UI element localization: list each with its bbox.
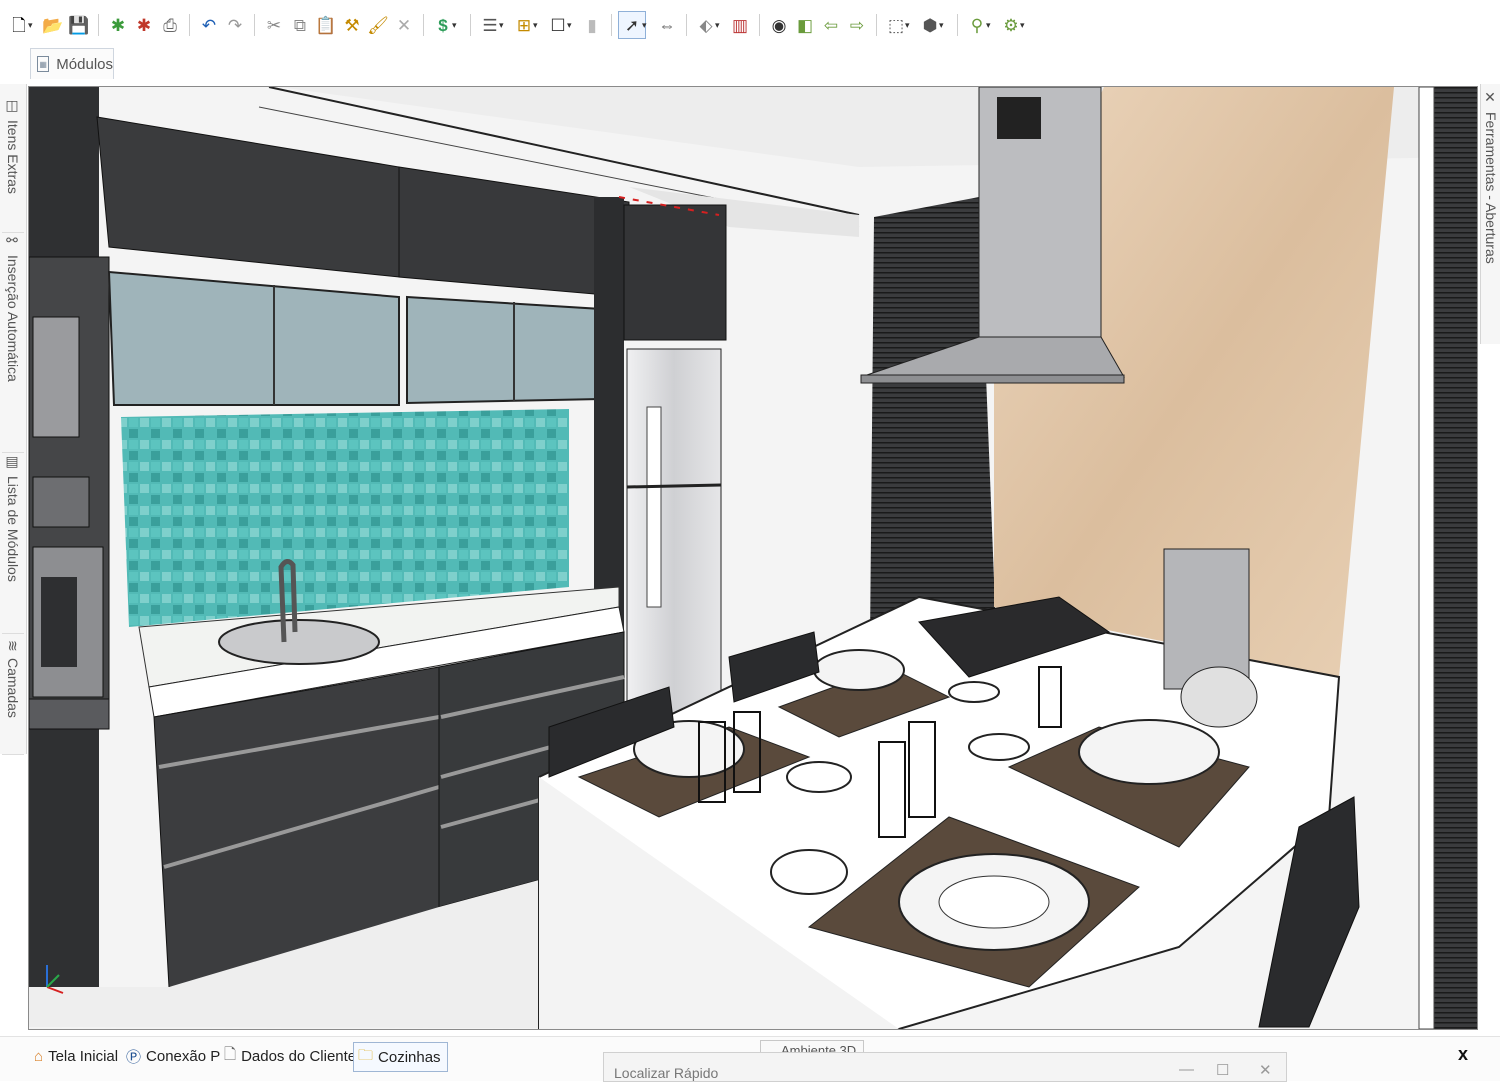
tab-label: Dados do Cliente bbox=[241, 1047, 357, 1065]
tab-cozinhas[interactable]: 🗀 Cozinhas bbox=[353, 1042, 448, 1072]
close-window-button[interactable]: ✕ bbox=[1259, 1061, 1272, 1079]
toolbar-separator bbox=[254, 14, 255, 36]
sink bbox=[218, 619, 380, 665]
paint-icon[interactable]: ⚒ bbox=[339, 12, 365, 38]
right-side-panel: ✕ Ferramentas - Aberturas bbox=[1480, 84, 1500, 344]
toolbar-separator bbox=[759, 14, 760, 36]
toolbar-separator bbox=[686, 14, 687, 36]
new-file-dropdown[interactable]: ▾ bbox=[28, 20, 37, 31]
fridge-cabinet bbox=[623, 204, 727, 341]
sidebar-tab-label: Ferramentas - Aberturas bbox=[1483, 112, 1499, 264]
toolbar-separator bbox=[470, 14, 471, 36]
sidebar-tab-label: Lista de Módulos bbox=[5, 476, 21, 582]
gear-dropdown[interactable]: ▾ bbox=[1020, 20, 1029, 31]
tab-label: Conexão P bbox=[146, 1047, 221, 1065]
sidebar-tab-lista-de-modulos[interactable]: ▤ Lista de Módulos bbox=[2, 450, 24, 634]
refrigerator bbox=[626, 348, 722, 730]
toolbar-separator bbox=[957, 14, 958, 36]
window-blinds-right bbox=[1434, 87, 1477, 1029]
folder-icon: 🗀 bbox=[358, 1046, 374, 1064]
tools-icon: ✕ bbox=[1483, 90, 1499, 106]
close-document-button[interactable]: x bbox=[1458, 1044, 1468, 1065]
measure-icon[interactable]: ⇔ bbox=[654, 12, 680, 38]
kitchen-3d-render bbox=[29, 87, 1477, 1029]
document-icon: 🗋 bbox=[224, 1045, 237, 1063]
toolbar-separator bbox=[876, 14, 877, 36]
save-icon[interactable]: 💾 bbox=[66, 12, 92, 38]
sidebar-tab-label: Inserção Automática bbox=[5, 255, 21, 382]
tab-modulos-label: Módulos bbox=[56, 55, 113, 73]
open-folder-icon[interactable]: 📂 bbox=[40, 12, 66, 38]
door-icon[interactable]: ◧ bbox=[792, 12, 818, 38]
extras-icon: ◫ bbox=[5, 98, 21, 114]
sidebar-tab-ferramentas-aberturas[interactable]: ✕ Ferramentas - Aberturas bbox=[1481, 90, 1500, 264]
microwave bbox=[32, 316, 80, 438]
sidebar-tab-insercao-automatica[interactable]: ⚯ Inserção Automática bbox=[2, 229, 24, 453]
maximize-button[interactable]: ☐ bbox=[1216, 1061, 1229, 1079]
tab-tela-inicial[interactable]: ⌂ Tela Inicial bbox=[30, 1042, 118, 1070]
render-green-icon[interactable]: ✱ bbox=[105, 12, 131, 38]
arrow-left-icon[interactable]: ⇦ bbox=[818, 12, 844, 38]
render-red-icon[interactable]: ✱ bbox=[131, 12, 157, 38]
tab-label: Cozinhas bbox=[378, 1048, 441, 1066]
tab-modulos[interactable]: ▦ Módulos bbox=[30, 48, 114, 79]
quick-search-window[interactable]: Localizar Rápido — ☐ ✕ bbox=[603, 1052, 1287, 1082]
print-icon[interactable]: ⎙ bbox=[157, 12, 183, 38]
connection-icon: Ⓟ bbox=[126, 1048, 142, 1066]
copy-icon[interactable]: ⧉ bbox=[287, 12, 313, 38]
cube-solid-dropdown[interactable]: ▾ bbox=[939, 20, 948, 31]
tab-conexao-p[interactable]: Ⓟ Conexão P bbox=[122, 1042, 220, 1070]
sidebar-tab-label: Itens Extras bbox=[5, 120, 21, 194]
layers-icon: ≋ bbox=[5, 640, 21, 652]
toolbar-separator bbox=[98, 14, 99, 36]
wand-dropdown[interactable]: ▾ bbox=[986, 20, 995, 31]
block-icon[interactable]: ▮ bbox=[579, 12, 605, 38]
cooking-pot bbox=[1163, 548, 1250, 690]
tab-label: Tela Inicial bbox=[48, 1047, 119, 1065]
minimize-button[interactable]: — bbox=[1179, 1061, 1194, 1078]
toolbar-file-group: 🗋 ▾ 📂 💾 ✱ ✱ ⎙ ↶ ↷ ✂ ⧉ 📋 ⚒ 🖌 ✕ $ ▾ ☰ ▾ ⊞ ▾ ☐ ▾… bbox=[6, 10, 1032, 40]
toolbar-separator bbox=[189, 14, 190, 36]
budget-dropdown[interactable]: ▾ bbox=[452, 20, 461, 31]
module-list-icon: ▤ bbox=[5, 454, 21, 470]
redo-icon[interactable]: ↷ bbox=[222, 12, 248, 38]
undo-icon[interactable]: ↶ bbox=[196, 12, 222, 38]
home-icon: ⌂ bbox=[34, 1047, 44, 1065]
left-side-panel: ◫ Itens Extras ⚯ Inserção Automática ▤ L… bbox=[0, 84, 27, 755]
auto-insert-icon: ⚯ bbox=[5, 233, 21, 249]
delete-icon[interactable]: ✕ bbox=[391, 12, 417, 38]
paste-icon[interactable]: 📋 bbox=[313, 12, 339, 38]
tab-dados-do-cliente[interactable]: 🗋 Dados do Cliente bbox=[220, 1042, 356, 1070]
3d-viewport[interactable] bbox=[28, 86, 1478, 1030]
modules-icon: ▦ bbox=[37, 56, 50, 72]
hierarchy-dropdown[interactable]: ▾ bbox=[533, 20, 542, 31]
view-eye-icon[interactable]: ◉ bbox=[766, 12, 792, 38]
quick-search-title: Localizar Rápido bbox=[614, 1065, 719, 1081]
box-dropdown[interactable]: ▾ bbox=[567, 20, 576, 31]
ruler-icon[interactable]: ▥ bbox=[727, 12, 753, 38]
toolbar-separator bbox=[423, 14, 424, 36]
cube-frame-dropdown[interactable]: ▾ bbox=[905, 20, 914, 31]
sidebar-tab-itens-extras[interactable]: ◫ Itens Extras bbox=[2, 94, 24, 233]
arrow-right-icon[interactable]: ⇨ bbox=[844, 12, 870, 38]
pin-dropdown[interactable]: ▾ bbox=[715, 20, 724, 31]
select-dropdown[interactable]: ▾ bbox=[642, 20, 651, 31]
main-toolbar: 🗋 ▾ 📂 💾 ✱ ✱ ⎙ ↶ ↷ ✂ ⧉ 📋 ⚒ 🖌 ✕ $ ▾ ☰ ▾ ⊞ ▾ ☐ ▾… bbox=[0, 0, 1500, 48]
sidebar-tab-label: Camadas bbox=[5, 657, 21, 718]
toolbar-separator bbox=[611, 14, 612, 36]
sidebar-tab-camadas[interactable]: ≋ Camadas bbox=[2, 636, 24, 755]
brush-icon[interactable]: 🖌 bbox=[365, 12, 391, 38]
list-dropdown[interactable]: ▾ bbox=[499, 20, 508, 31]
cut-icon[interactable]: ✂ bbox=[261, 12, 287, 38]
